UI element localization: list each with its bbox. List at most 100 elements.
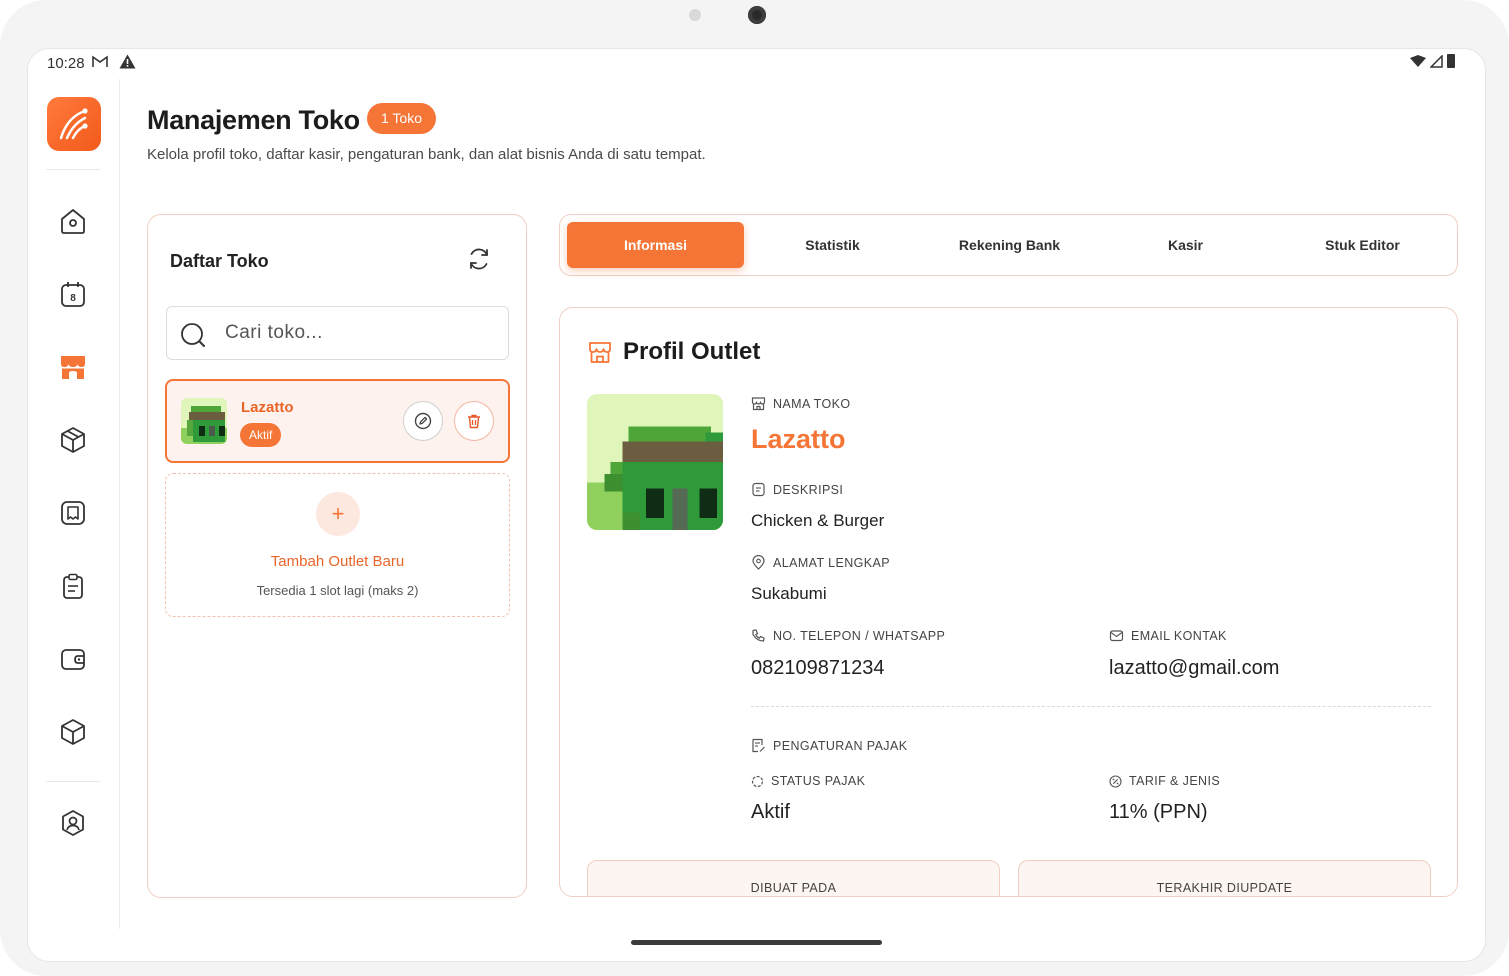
tax-status-label-text: STATUS PAJAK (771, 774, 866, 788)
user-icon (62, 810, 84, 836)
email-label-text: EMAIL KONTAK (1131, 628, 1227, 643)
phone-label: NO. TELEPON / WHATSAPP (751, 628, 945, 643)
sidebar-item-home[interactable] (55, 203, 91, 239)
tax-status-label: STATUS PAJAK (751, 774, 865, 788)
svg-text:8: 8 (70, 293, 76, 304)
outlet-image[interactable] (587, 394, 723, 530)
tab-stuk-editor[interactable]: Stuk Editor (1274, 222, 1451, 268)
updated-at-box: TERAKHIR DIUPDATE (1018, 860, 1431, 896)
plus-icon: + (316, 492, 360, 536)
search-input[interactable] (225, 307, 495, 359)
box-icon (61, 427, 85, 453)
store-icon (589, 342, 611, 363)
percent-badge-icon (1109, 774, 1122, 788)
sidebar-item-inventory[interactable] (55, 714, 91, 750)
search-icon (180, 322, 206, 348)
search-field (166, 306, 509, 360)
tax-rate-value: 11% (PPN) (1109, 801, 1208, 823)
created-at-box: DIBUAT PADA (587, 860, 1000, 896)
sidebar-item-store[interactable] (55, 349, 91, 385)
tablet-frame: 10:28 8 Manajemen Toko 1 Toko Kelola pro… (0, 0, 1509, 976)
calendar-icon: 8 (61, 282, 85, 307)
front-camera (748, 6, 766, 24)
status-time: 10:28 (47, 55, 85, 72)
section-divider (751, 706, 1431, 707)
cell-signal-icon (1430, 54, 1443, 68)
delete-store-button[interactable] (454, 401, 494, 441)
phone-label-text: NO. TELEPON / WHATSAPP (773, 628, 946, 643)
email-value: lazatto@gmail.com (1109, 657, 1280, 679)
location-pin-icon (752, 555, 765, 570)
store-name-value: Lazatto (751, 424, 846, 454)
sidebar-item-profile[interactable] (55, 805, 91, 841)
store-count-badge: 1 Toko (367, 103, 436, 134)
add-outlet-title: Tambah Outlet Baru (270, 553, 405, 570)
refresh-button[interactable] (466, 246, 492, 272)
tab-kasir[interactable]: Kasir (1097, 222, 1274, 268)
phone-icon (752, 629, 765, 642)
page-subtitle: Kelola profil toko, daftar kasir, pengat… (147, 146, 706, 163)
battery-icon (1447, 54, 1455, 68)
address-label: ALAMAT LENGKAP (751, 555, 890, 570)
store-name-label: NAMA TOKO (751, 396, 850, 411)
status-bar: 10:28 (28, 49, 1485, 79)
tab-informasi[interactable]: Informasi (567, 222, 744, 268)
description-label-text: DESKRIPSI (773, 482, 844, 497)
mail-icon (1109, 630, 1124, 642)
tax-rate-label: TARIF & JENIS (1109, 774, 1220, 788)
store-icon (751, 397, 766, 411)
sidebar-item-wallet[interactable] (55, 641, 91, 677)
tax-section-label-text: PENGATURAN PAJAK (773, 738, 908, 753)
light-sensor (689, 9, 701, 21)
address-label-text: ALAMAT LENGKAP (773, 555, 890, 570)
gesture-home-bar[interactable] (631, 940, 882, 945)
tax-status-value: Aktif (751, 801, 790, 823)
wallet-icon (61, 649, 85, 670)
page-title: Manajemen Toko (147, 105, 360, 135)
address-value: Sukabumi (751, 584, 827, 603)
wifi-icon (1410, 55, 1426, 67)
phone-value: 082109871234 (751, 657, 885, 679)
home-icon (61, 209, 85, 234)
sidebar-divider (46, 169, 100, 170)
sidebar-item-reports[interactable] (55, 568, 91, 604)
store-list-title: Daftar Toko (170, 251, 269, 271)
sidebar-item-receipts[interactable] (55, 495, 91, 531)
tab-bar: Informasi Statistik Rekening Bank Kasir … (559, 214, 1458, 276)
tax-section-label: PENGATURAN PAJAK (751, 738, 907, 753)
store-list-panel: Daftar Toko Cari toko... Lazatto Aktif +… (147, 214, 527, 898)
add-outlet-slots: Tersedia 1 slot lagi (maks 2) (256, 583, 419, 598)
edit-store-button[interactable] (403, 401, 443, 441)
gmail-icon (92, 55, 108, 68)
status-ring-icon (751, 775, 764, 787)
app-logo[interactable] (47, 97, 101, 151)
document-icon (752, 482, 765, 497)
tax-document-icon (752, 738, 765, 753)
store-card-name: Lazatto (241, 399, 294, 416)
refresh-icon (470, 248, 488, 270)
edit-icon (414, 412, 432, 430)
tax-rate-label-text: TARIF & JENIS (1129, 774, 1221, 788)
sidebar: 8 (28, 79, 120, 929)
profile-heading: Profil Outlet (623, 338, 761, 365)
app-screen: 10:28 8 Manajemen Toko 1 Toko Kelola pro… (27, 48, 1486, 962)
store-name-label-text: NAMA TOKO (773, 396, 851, 411)
trash-icon (468, 414, 480, 429)
tab-rekening-bank[interactable]: Rekening Bank (921, 222, 1098, 268)
alert-icon (119, 54, 136, 69)
sidebar-item-products[interactable] (55, 422, 91, 458)
profile-header: Profil Outlet (587, 338, 760, 366)
store-icon (61, 356, 85, 379)
description-value: Chicken & Burger (751, 511, 885, 530)
outlet-profile-card: Profil Outlet NAMA TOKO Lazatto DESKRIPS… (559, 307, 1458, 897)
receipt-icon (61, 501, 85, 525)
created-at-label: DIBUAT PADA (750, 881, 837, 895)
tab-statistik[interactable]: Statistik (744, 222, 921, 268)
updated-at-label: TERAKHIR DIUPDATE (1156, 881, 1293, 895)
add-outlet-card[interactable]: + Tambah Outlet Baru Tersedia 1 slot lag… (165, 473, 510, 617)
email-label: EMAIL KONTAK (1109, 628, 1227, 643)
store-status-badge: Aktif (240, 423, 282, 447)
store-card-lazatto[interactable]: Lazatto Aktif (165, 379, 510, 463)
package-icon (61, 719, 85, 745)
sidebar-item-calendar[interactable]: 8 (55, 276, 91, 312)
